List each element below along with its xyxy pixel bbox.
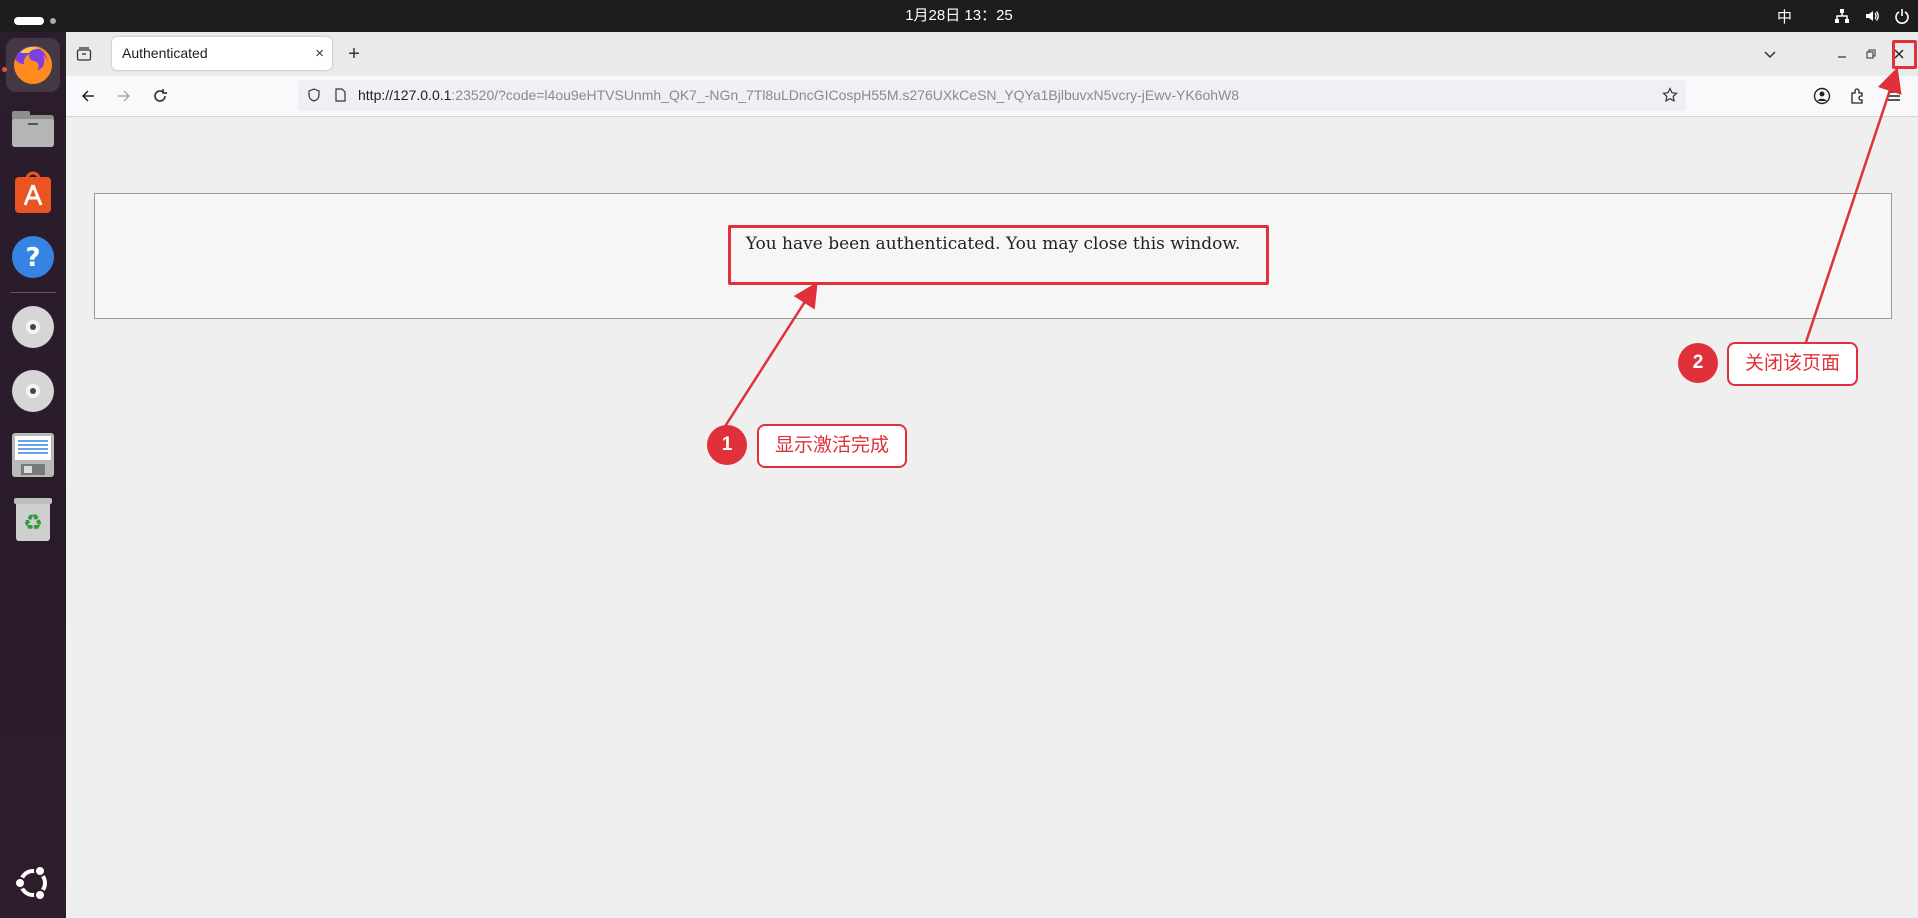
- network-icon[interactable]: [1834, 8, 1850, 24]
- svg-text:♻: ♻: [23, 511, 43, 536]
- bookmark-star-icon[interactable]: [1662, 87, 1678, 103]
- tab-title: Authenticated: [122, 45, 208, 61]
- disc-icon[interactable]: [6, 300, 60, 354]
- url-bar[interactable]: http://127.0.0.1:23520/?code=l4ou9eHTVSU…: [298, 80, 1686, 111]
- reload-icon[interactable]: [150, 86, 170, 106]
- system-tray[interactable]: 中: [1777, 0, 1910, 32]
- help-icon[interactable]: ?: [6, 230, 60, 284]
- extensions-icon[interactable]: [1848, 86, 1868, 106]
- url-path: :23520/?code=l4ou9eHTVSUnmh_QK7_-NGn_7Tl…: [451, 87, 1240, 103]
- power-icon[interactable]: [1894, 8, 1910, 24]
- account-icon[interactable]: [1812, 86, 1832, 106]
- trash-icon[interactable]: ♻: [6, 492, 60, 546]
- firefox-icon[interactable]: [6, 38, 60, 92]
- tab-close-icon[interactable]: ×: [315, 37, 324, 70]
- dock: ? ♻: [0, 32, 66, 918]
- chevron-down-icon[interactable]: [1760, 44, 1780, 64]
- disc-icon[interactable]: [6, 364, 60, 418]
- step1-callout: 显示激活完成: [757, 424, 908, 468]
- tab-authenticated[interactable]: Authenticated ×: [112, 37, 332, 70]
- app-center-icon[interactable]: [6, 166, 60, 220]
- url-host: http://127.0.0.1: [358, 87, 452, 103]
- restore-icon[interactable]: [1861, 44, 1881, 64]
- step2-callout: 关闭该页面: [1727, 342, 1859, 386]
- url-text[interactable]: http://127.0.0.1:23520/?code=l4ou9eHTVSU…: [358, 80, 1239, 111]
- minimize-icon[interactable]: [1832, 44, 1852, 64]
- new-tab-button[interactable]: +: [342, 42, 366, 66]
- step2-badge: 2: [1678, 343, 1718, 383]
- files-icon[interactable]: [6, 102, 60, 156]
- system-top-bar: 1月28日 13：25 中: [0, 0, 1918, 32]
- svg-text:?: ?: [25, 243, 40, 273]
- forward-icon[interactable]: [114, 86, 134, 106]
- step1-badge: 1: [707, 425, 747, 465]
- tab-overview-icon[interactable]: [74, 44, 94, 64]
- highlight-auth-message: [728, 225, 1269, 285]
- clock[interactable]: 1月28日 13：25: [0, 0, 1918, 32]
- shield-icon[interactable]: [306, 87, 322, 103]
- text-editor-icon[interactable]: [6, 428, 60, 482]
- menu-icon[interactable]: [1884, 86, 1904, 106]
- highlight-close-button: [1892, 40, 1917, 69]
- dock-separator: [10, 292, 56, 293]
- page-info-icon[interactable]: [332, 87, 348, 103]
- volume-icon[interactable]: [1864, 8, 1880, 24]
- firefox-window: Authenticated × + http://127.0.0.1:23520…: [66, 32, 1918, 918]
- input-method-indicator[interactable]: 中: [1777, 6, 1792, 27]
- back-icon[interactable]: [78, 86, 98, 106]
- tab-bar: Authenticated × +: [66, 32, 1918, 76]
- ubuntu-logo-icon[interactable]: [6, 856, 60, 910]
- navigation-toolbar: http://127.0.0.1:23520/?code=l4ou9eHTVSU…: [66, 76, 1918, 117]
